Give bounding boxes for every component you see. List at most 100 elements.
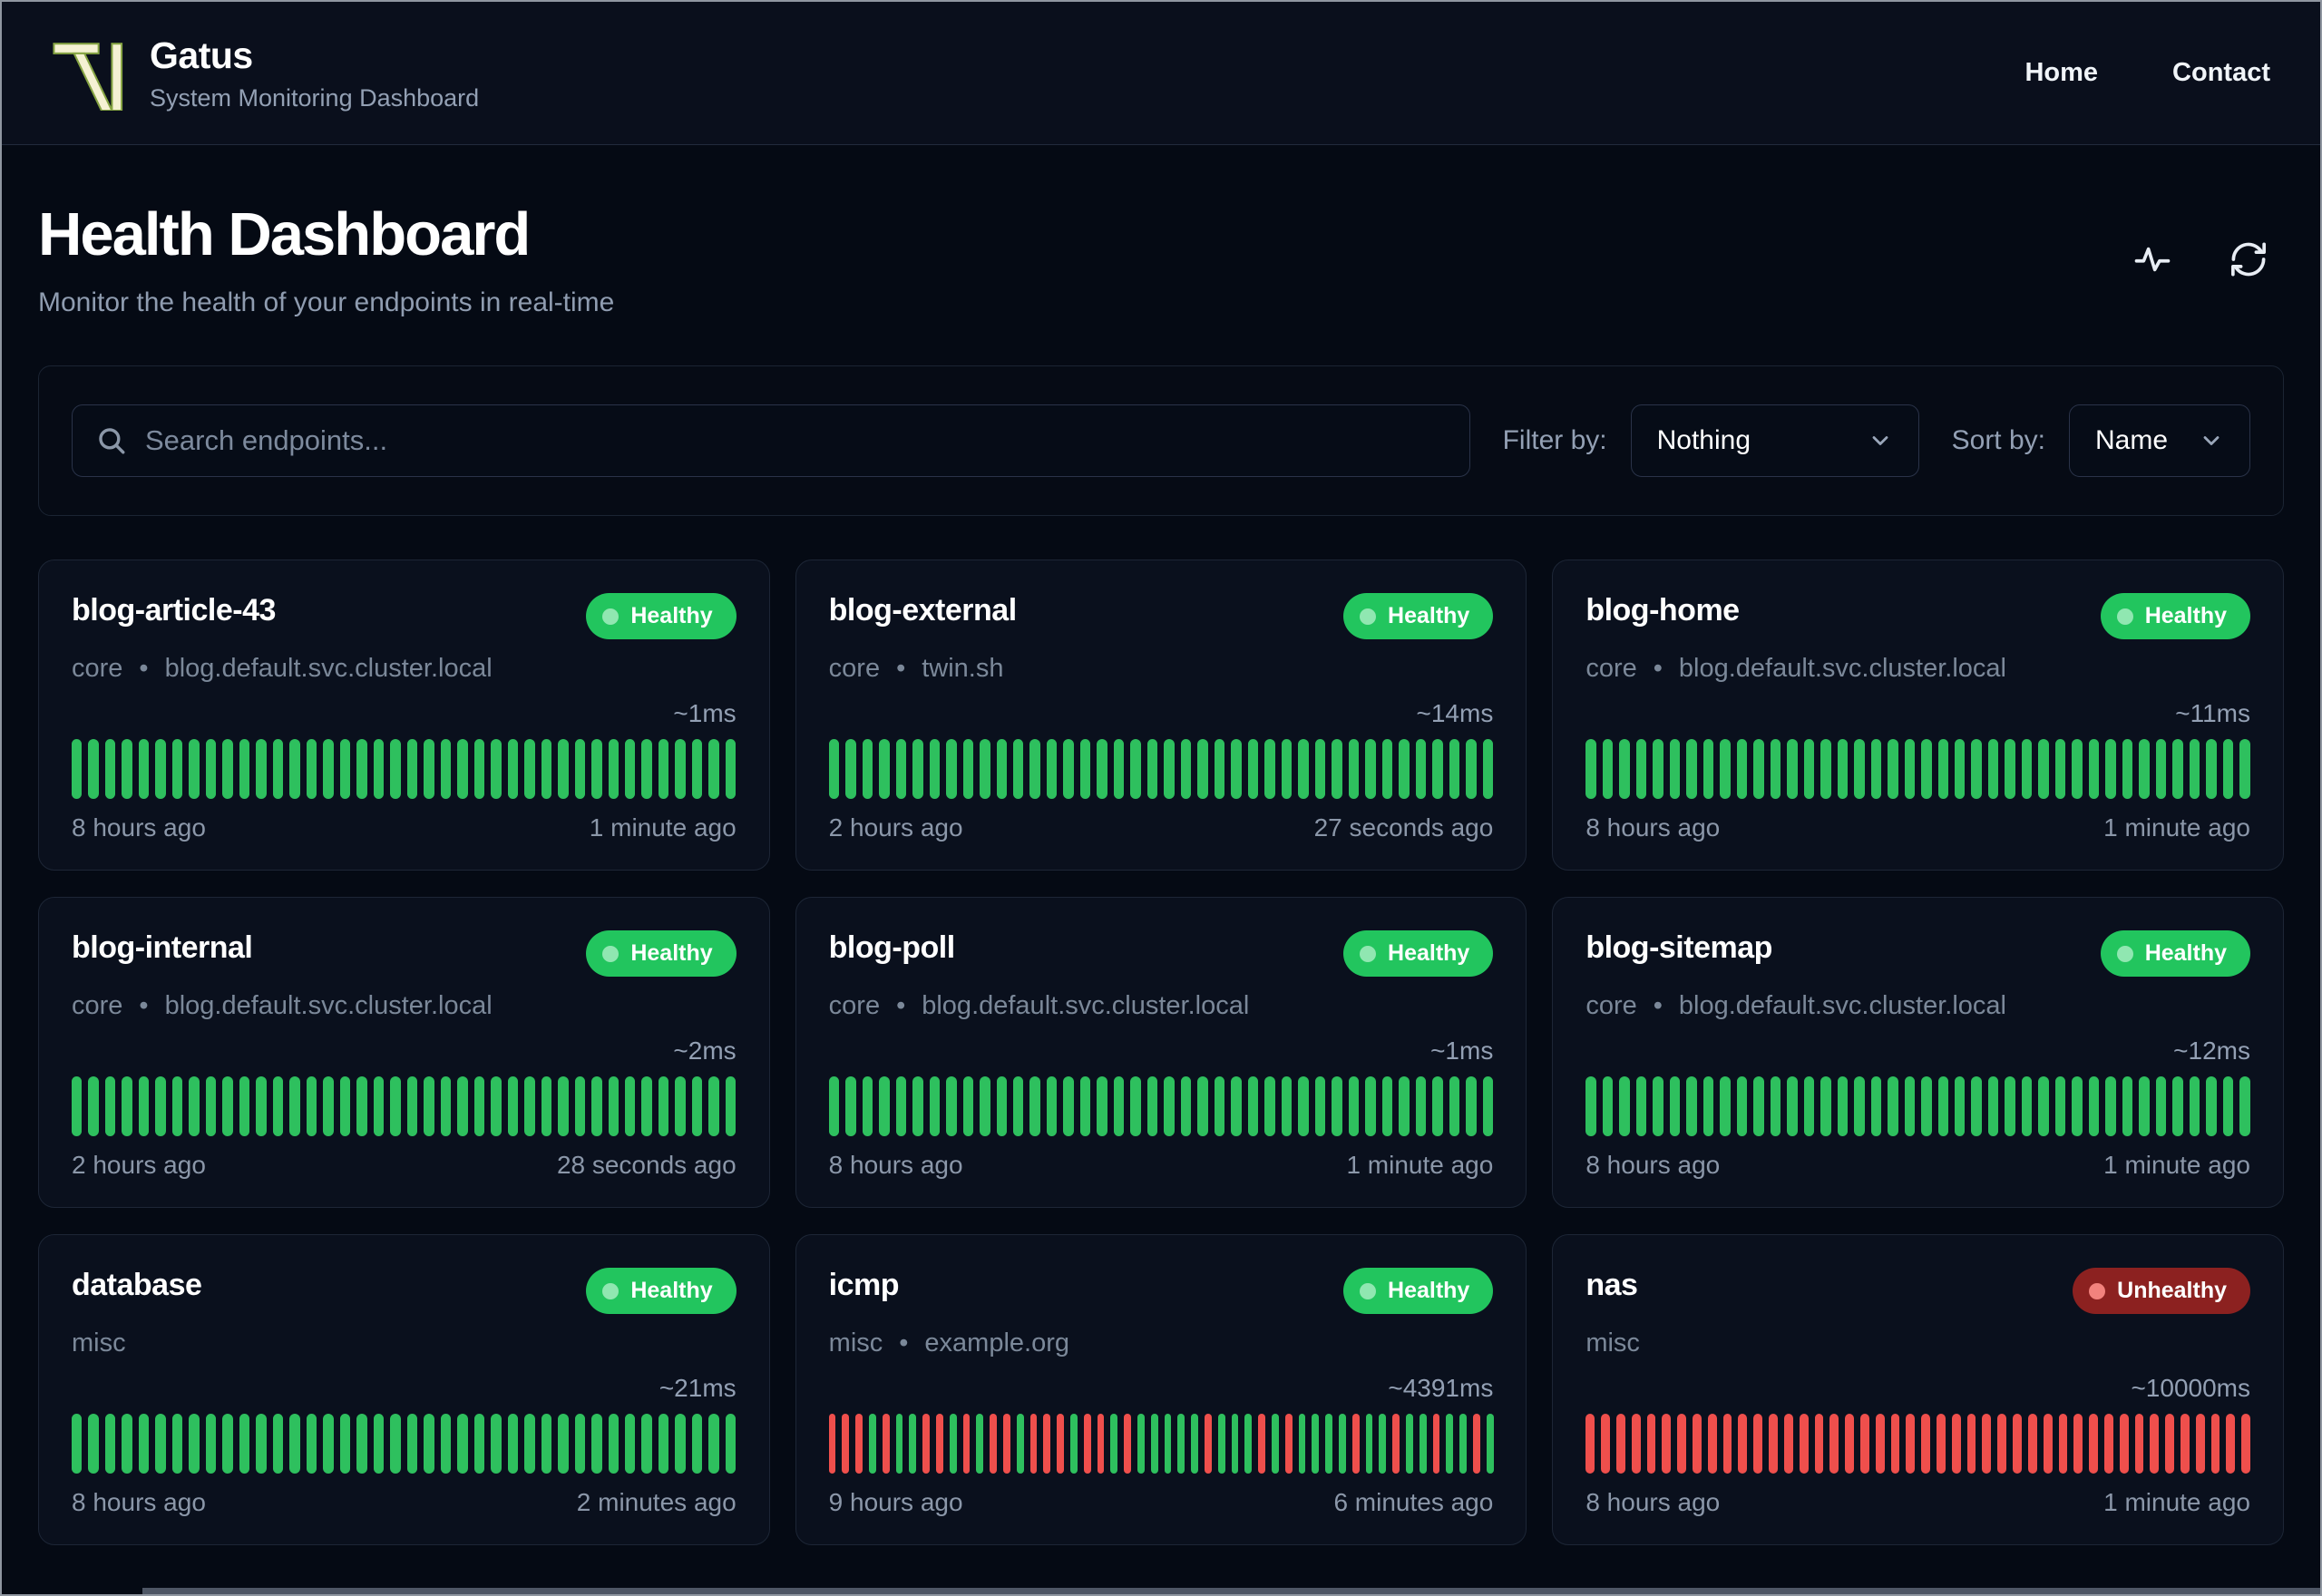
uptime-bar-up (1247, 1076, 1259, 1136)
uptime-bar-up (980, 1076, 990, 1136)
filter-by-label: Filter by: (1502, 425, 1607, 455)
endpoint-card[interactable]: blog-internal Healthy core • blog.defaul… (38, 897, 770, 1208)
endpoint-group: core (1585, 991, 1637, 1020)
uptime-bar-up (1214, 739, 1225, 799)
filter-select[interactable]: Nothing (1630, 404, 1919, 477)
uptime-bar-up (1837, 739, 1849, 799)
uptime-bar-up (1770, 1076, 1781, 1136)
endpoint-group: misc (828, 1328, 883, 1358)
uptime-bar-up (909, 1414, 917, 1474)
uptime-bar-up (239, 739, 250, 799)
endpoint-card[interactable]: icmp Healthy misc • example.org ~4391ms … (795, 1234, 1527, 1545)
uptime-bar-up (205, 1414, 217, 1474)
uptime-bar-up (1482, 1076, 1494, 1136)
timerange: 9 hours ago 6 minutes ago (829, 1488, 1494, 1517)
uptime-bar-up (104, 739, 116, 799)
uptime-bar-up (1803, 739, 1815, 799)
uptime-bar-up (1686, 739, 1697, 799)
nav-link-contact[interactable]: Contact (2172, 58, 2270, 88)
uptime-bar-up (72, 1076, 83, 1136)
endpoint-host-wrap: • blog.default.svc.cluster.local (1654, 991, 2006, 1021)
search-box[interactable] (72, 404, 1470, 477)
endpoint-card[interactable]: blog-article-43 Healthy core • blog.defa… (38, 560, 770, 871)
uptime-bar-up (1332, 1076, 1342, 1136)
uptime-bar-down (1951, 1414, 1961, 1474)
uptime-bar-up (323, 739, 334, 799)
uptime-bar-up (641, 1076, 652, 1136)
activity-pulse-icon[interactable] (2133, 240, 2171, 278)
uptime-bar-up (1987, 1076, 1999, 1136)
uptime-bar-up (2105, 1076, 2116, 1136)
uptime-bars (1585, 739, 2250, 799)
bottom-scrollbar[interactable] (142, 1588, 2320, 1594)
uptime-bar-up (1177, 1414, 1185, 1474)
uptime-bar-down (1043, 1414, 1051, 1474)
endpoint-card[interactable]: blog-poll Healthy core • blog.default.sv… (795, 897, 1527, 1208)
search-input[interactable] (145, 424, 1446, 457)
endpoint-group: core (1585, 654, 1637, 683)
uptime-bar-up (1063, 739, 1074, 799)
endpoint-name: blog-home (1585, 593, 1740, 628)
uptime-bar-up (2021, 739, 2033, 799)
timerange-start: 8 hours ago (72, 813, 206, 842)
uptime-bar-up (356, 1414, 367, 1474)
uptime-bar-up (1686, 1076, 1697, 1136)
uptime-bar-down (1693, 1414, 1702, 1474)
uptime-bar-up (1312, 1414, 1320, 1474)
uptime-bar-up (289, 1076, 300, 1136)
uptime-bar-down (855, 1414, 863, 1474)
timerange-start: 8 hours ago (1585, 1151, 1721, 1179)
uptime-bar-up (591, 1076, 602, 1136)
uptime-bar-up (306, 1076, 317, 1136)
endpoint-card[interactable]: nas Unhealthy misc ~10000ms 8 hours ago … (1552, 1234, 2284, 1545)
uptime-bar-up (658, 1414, 669, 1474)
uptime-bar-up (1405, 1414, 1413, 1474)
uptime-bar-up (624, 1414, 636, 1474)
uptime-bar-up (2038, 739, 2049, 799)
endpoint-card[interactable]: blog-home Healthy core • blog.default.sv… (1552, 560, 2284, 871)
uptime-bar-up (256, 1076, 267, 1136)
uptime-bar-up (1381, 739, 1393, 799)
timerange-start: 2 hours ago (72, 1151, 206, 1179)
latency-label: ~2ms (673, 1036, 737, 1065)
status-label: Unhealthy (2117, 1278, 2227, 1303)
uptime-bar-up (256, 739, 267, 799)
timerange-start: 8 hours ago (1585, 813, 1721, 842)
status-dot-icon (1360, 945, 1377, 962)
refresh-icon[interactable] (2229, 240, 2268, 278)
uptime-bar-up (949, 1414, 957, 1474)
uptime-bar-up (339, 1076, 351, 1136)
uptime-bar-up (424, 739, 434, 799)
uptime-bar-up (1197, 1076, 1208, 1136)
nav-link-home[interactable]: Home (2024, 58, 2098, 88)
endpoint-card[interactable]: database Healthy misc ~21ms 8 hours ago … (38, 1234, 770, 1545)
uptime-bar-down (1783, 1414, 1793, 1474)
status-label: Healthy (630, 603, 713, 628)
uptime-bar-up (862, 739, 873, 799)
sort-select[interactable]: Name (2069, 404, 2250, 477)
uptime-bar-up (658, 739, 669, 799)
uptime-bar-up (222, 1076, 233, 1136)
brand[interactable]: Gatus System Monitoring Dashboard (52, 34, 479, 112)
uptime-bar-up (708, 1414, 719, 1474)
uptime-bar-up (1381, 1076, 1393, 1136)
uptime-bar-down (1738, 1414, 1748, 1474)
uptime-bars (1585, 1414, 2251, 1474)
uptime-bar-up (205, 739, 217, 799)
endpoint-card[interactable]: blog-external Healthy core • twin.sh ~14… (795, 560, 1527, 871)
uptime-bar-up (155, 1414, 166, 1474)
uptime-bar-up (457, 1076, 468, 1136)
uptime-bar-up (1888, 1076, 1898, 1136)
uptime-bar-up (895, 1414, 903, 1474)
timerange-end: 1 minute ago (2103, 813, 2250, 842)
uptime-bar-up (222, 1414, 233, 1474)
uptime-bar-down (2027, 1414, 2037, 1474)
endpoint-card[interactable]: blog-sitemap Healthy core • blog.default… (1552, 897, 2284, 1208)
uptime-bar-up (1113, 1076, 1125, 1136)
endpoint-host: twin.sh (922, 654, 1004, 683)
uptime-bar-up (1097, 739, 1107, 799)
uptime-bar-down (1351, 1414, 1360, 1474)
uptime-bar-up (138, 739, 150, 799)
uptime-bar-up (356, 739, 367, 799)
uptime-bar-down (1875, 1414, 1885, 1474)
